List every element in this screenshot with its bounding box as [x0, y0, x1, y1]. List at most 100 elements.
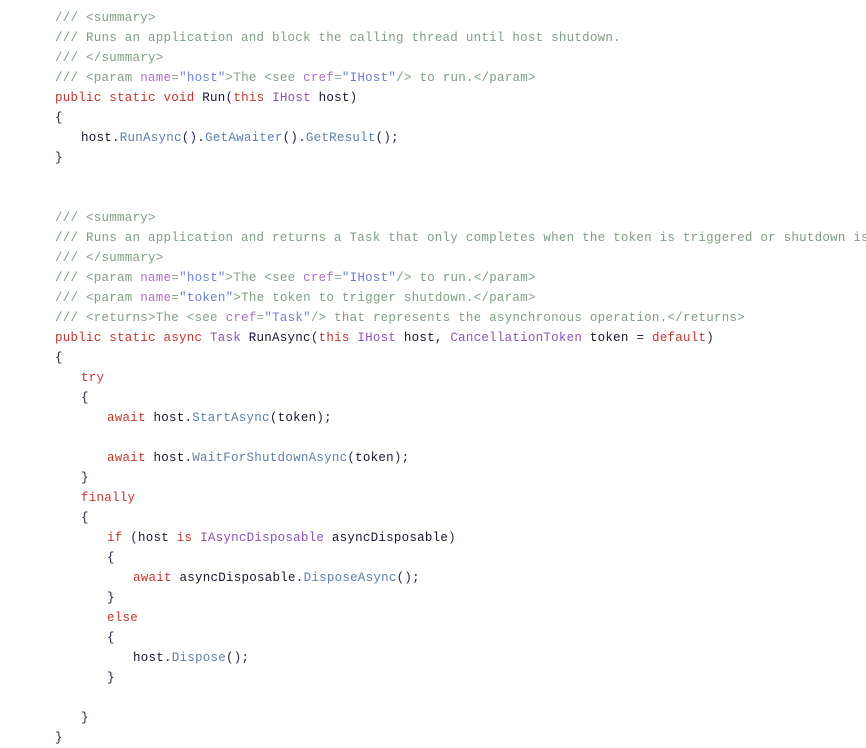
code-token: <summary>: [86, 11, 156, 25]
code-token: ): [448, 531, 456, 545]
code-token: {: [55, 111, 63, 125]
code-line[interactable]: {: [55, 108, 866, 128]
code-line[interactable]: public static void Run(this IHost host): [55, 88, 866, 108]
code-token: default: [651, 331, 707, 345]
code-line[interactable]: /// <summary>: [55, 8, 866, 28]
code-token: ///: [55, 251, 87, 265]
code-token: =: [636, 331, 652, 345]
code-token: /// Runs an application and block the ca…: [55, 31, 621, 45]
code-token: ///: [55, 11, 87, 25]
code-token: "Task": [264, 311, 311, 325]
code-token: "host": [179, 271, 226, 285]
code-token: <see: [186, 311, 226, 325]
code-line[interactable]: {: [55, 548, 866, 568]
code-line[interactable]: ​: [55, 688, 866, 708]
code-token: =: [334, 71, 342, 85]
code-token: IHost: [272, 91, 319, 105]
code-token: to run.: [411, 71, 474, 85]
code-line[interactable]: await asyncDisposable.DisposeAsync();: [55, 568, 866, 588]
code-token: host: [138, 531, 177, 545]
code-line[interactable]: finally: [55, 488, 866, 508]
code-token: "token": [179, 291, 234, 305]
code-token: CancellationToken: [450, 331, 590, 345]
code-token: ///: [55, 311, 87, 325]
code-token: name: [140, 291, 172, 305]
code-line[interactable]: else: [55, 608, 866, 628]
code-token: />: [310, 311, 327, 325]
code-token: .: [295, 571, 304, 585]
code-line[interactable]: try: [55, 368, 866, 388]
code-line[interactable]: /// <param name="token">The token to tri…: [55, 288, 866, 308]
code-token: "IHost": [341, 71, 397, 85]
code-token: IAsyncDisposable: [200, 531, 332, 545]
code-token: </summary>: [86, 251, 164, 265]
code-token: );: [316, 411, 332, 425]
code-token: }: [107, 671, 115, 685]
code-line[interactable]: public static async Task RunAsync(this I…: [55, 328, 866, 348]
code-line[interactable]: {: [55, 348, 866, 368]
code-token: ///: [55, 271, 87, 285]
code-token: ///: [55, 51, 87, 65]
code-line[interactable]: /// </summary>: [55, 48, 866, 68]
code-token: /// Runs an application and returns a Ta…: [55, 231, 866, 245]
code-token: <param: [86, 271, 141, 285]
code-line[interactable]: }: [55, 148, 866, 168]
code-line[interactable]: await host.WaitForShutdownAsync(token);: [55, 448, 866, 468]
code-token: finally: [81, 491, 136, 505]
code-line[interactable]: await host.StartAsync(token);: [55, 408, 866, 428]
code-token: {: [55, 351, 63, 365]
code-line[interactable]: if (host is IAsyncDisposable asyncDispos…: [55, 528, 866, 548]
code-line[interactable]: /// <returns>The <see cref="Task"/> that…: [55, 308, 866, 328]
code-token: </param>: [473, 71, 536, 85]
code-token: =: [171, 291, 180, 305]
code-token: ().: [282, 131, 306, 145]
code-line[interactable]: /// Runs an application and block the ca…: [55, 28, 866, 48]
code-line[interactable]: }: [55, 668, 866, 688]
code-line[interactable]: host.RunAsync().GetAwaiter().GetResult()…: [55, 128, 866, 148]
code-line[interactable]: ​: [55, 168, 866, 188]
code-line[interactable]: /// </summary>: [55, 248, 866, 268]
code-token: }: [107, 591, 115, 605]
code-line[interactable]: ​: [55, 428, 866, 448]
code-token: />: [396, 271, 412, 285]
code-token: >: [233, 291, 242, 305]
code-token: The token to trigger shutdown.: [241, 291, 474, 305]
code-viewer[interactable]: /// <summary> /// Runs an application and…: [0, 0, 866, 745]
code-token: if: [107, 531, 131, 545]
code-line[interactable]: }: [55, 468, 866, 488]
code-token: <param: [86, 71, 141, 85]
code-token: ///: [55, 71, 87, 85]
code-token: </summary>: [86, 51, 164, 65]
code-token: WaitForShutdownAsync: [192, 451, 348, 465]
code-block[interactable]: /// <summary> /// Runs an application and…: [0, 8, 866, 748]
code-token: cref: [225, 311, 257, 325]
code-token: asyncDisposable: [331, 531, 449, 545]
code-token: (: [269, 411, 278, 425]
code-line[interactable]: }: [55, 708, 866, 728]
code-token: (: [310, 331, 319, 345]
code-token: else: [107, 611, 139, 625]
code-line[interactable]: /// <param name="host">The <see cref="IH…: [55, 268, 866, 288]
code-token: host: [153, 411, 185, 425]
code-line[interactable]: /// <summary>: [55, 208, 866, 228]
code-token: that represents the asynchronous operati…: [326, 311, 668, 325]
code-token: {: [81, 511, 89, 525]
code-token: await: [107, 411, 154, 425]
code-line[interactable]: {: [55, 388, 866, 408]
code-line[interactable]: /// Runs an application and returns a Ta…: [55, 228, 866, 248]
code-line[interactable]: }: [55, 728, 866, 748]
code-token: ///: [55, 291, 87, 305]
code-line[interactable]: /// <param name="host">The <see cref="IH…: [55, 68, 866, 88]
code-token: ): [349, 91, 358, 105]
code-token: ();: [226, 651, 250, 665]
code-line[interactable]: }: [55, 588, 866, 608]
code-token: cref: [303, 71, 335, 85]
code-line[interactable]: host.Dispose();: [55, 648, 866, 668]
code-line[interactable]: {: [55, 628, 866, 648]
code-token: ///: [55, 211, 87, 225]
code-token: }: [81, 711, 89, 725]
code-line[interactable]: {: [55, 508, 866, 528]
code-line[interactable]: ​: [55, 188, 866, 208]
code-token: =: [171, 71, 180, 85]
code-token: await: [107, 451, 154, 465]
